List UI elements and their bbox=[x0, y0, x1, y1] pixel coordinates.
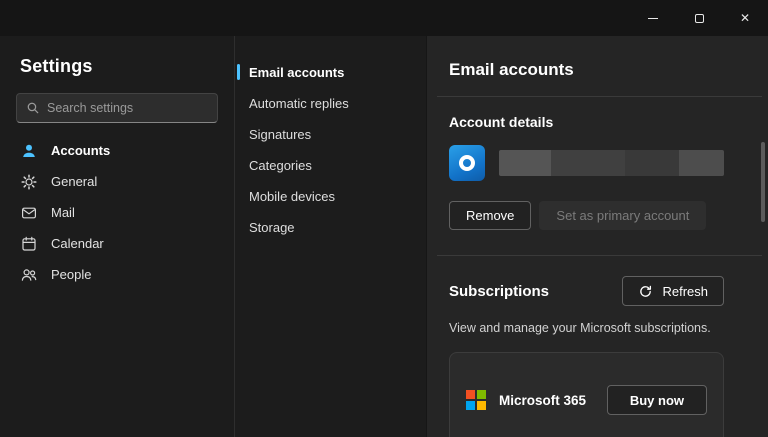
divider bbox=[437, 96, 762, 97]
sidebar-item-label: People bbox=[51, 267, 92, 282]
subscriptions-description: View and manage your Microsoft subscript… bbox=[449, 321, 711, 335]
nav-item-categories[interactable]: Categories bbox=[235, 150, 426, 181]
sidebar-item-label: General bbox=[51, 174, 98, 189]
gear-icon bbox=[20, 173, 38, 190]
account-name-redacted bbox=[499, 150, 724, 176]
nav-item-label: Mobile devices bbox=[249, 189, 335, 204]
refresh-icon bbox=[638, 284, 653, 299]
sidebar-item-people[interactable]: People bbox=[0, 259, 234, 290]
settings-title: Settings bbox=[20, 56, 93, 76]
account-row bbox=[449, 145, 724, 181]
sidebar-item-calendar[interactable]: Calendar bbox=[0, 228, 234, 259]
titlebar: ✕ bbox=[0, 0, 768, 36]
minimize-button[interactable] bbox=[630, 0, 676, 36]
product: Microsoft 365 bbox=[466, 390, 586, 410]
close-button[interactable]: ✕ bbox=[722, 0, 768, 36]
people-icon bbox=[20, 267, 38, 283]
sidebar: Settings Accounts bbox=[0, 36, 234, 437]
subscriptions-header-row: Subscriptions Refresh bbox=[449, 276, 724, 306]
refresh-button[interactable]: Refresh bbox=[622, 276, 724, 306]
remove-button[interactable]: Remove bbox=[449, 201, 532, 230]
scrollbar-thumb[interactable] bbox=[761, 142, 765, 222]
nav-item-mobile-devices[interactable]: Mobile devices bbox=[235, 181, 426, 212]
subscriptions-heading: Subscriptions bbox=[449, 282, 550, 300]
nav-item-label: Automatic replies bbox=[249, 96, 349, 111]
microsoft-logo-icon bbox=[466, 390, 486, 410]
search-icon bbox=[26, 101, 40, 115]
outlook-icon bbox=[449, 145, 485, 181]
account-actions: Remove Set as primary account bbox=[449, 201, 752, 230]
divider bbox=[437, 255, 762, 256]
close-icon: ✕ bbox=[739, 11, 751, 25]
accounts-subnav: Email accounts Automatic replies Signatu… bbox=[234, 36, 426, 437]
nav-item-label: Categories bbox=[249, 158, 312, 173]
settings-window: ✕ Settings Search settings Accounts Gene… bbox=[0, 0, 768, 437]
account-details-heading: Account details bbox=[449, 114, 554, 130]
settings-frame: Settings Accounts bbox=[0, 36, 768, 437]
set-primary-button[interactable]: Set as primary account bbox=[539, 201, 707, 230]
person-icon bbox=[20, 143, 38, 159]
envelope-icon bbox=[20, 205, 38, 221]
sidebar-item-mail[interactable]: Mail bbox=[0, 197, 234, 228]
sidebar-item-label: Calendar bbox=[51, 236, 104, 251]
sidebar-item-label: Mail bbox=[51, 205, 75, 220]
product-name: Microsoft 365 bbox=[499, 392, 587, 408]
page-title: Email accounts bbox=[449, 60, 574, 79]
nav-item-signatures[interactable]: Signatures bbox=[235, 119, 426, 150]
sidebar-item-label: Accounts bbox=[51, 143, 111, 158]
maximize-icon bbox=[694, 13, 704, 23]
minimize-icon bbox=[648, 17, 658, 19]
refresh-label: Refresh bbox=[662, 283, 708, 299]
search-input[interactable] bbox=[47, 101, 208, 115]
sidebar-item-general[interactable]: General bbox=[0, 166, 234, 197]
sidebar-item-accounts[interactable]: Accounts bbox=[0, 135, 234, 166]
subscription-card: Microsoft 365 Buy now bbox=[449, 352, 724, 437]
nav-item-label: Signatures bbox=[249, 127, 312, 142]
sidebar-nav: Accounts General Mail Calendar People bbox=[0, 135, 234, 290]
search-box[interactable] bbox=[16, 93, 218, 123]
buy-now-button[interactable]: Buy now bbox=[606, 385, 707, 415]
calendar-icon bbox=[20, 236, 38, 252]
nav-item-storage[interactable]: Storage bbox=[235, 212, 426, 243]
nav-item-label: Storage bbox=[249, 220, 295, 235]
nav-item-email-accounts[interactable]: Email accounts bbox=[235, 57, 426, 88]
maximize-button[interactable] bbox=[676, 0, 722, 36]
main-panel: Email accounts Account details Remove Se… bbox=[426, 36, 768, 437]
nav-item-label: Email accounts bbox=[249, 65, 345, 80]
nav-item-automatic-replies[interactable]: Automatic replies bbox=[235, 88, 426, 119]
outlook-ring bbox=[459, 155, 475, 171]
